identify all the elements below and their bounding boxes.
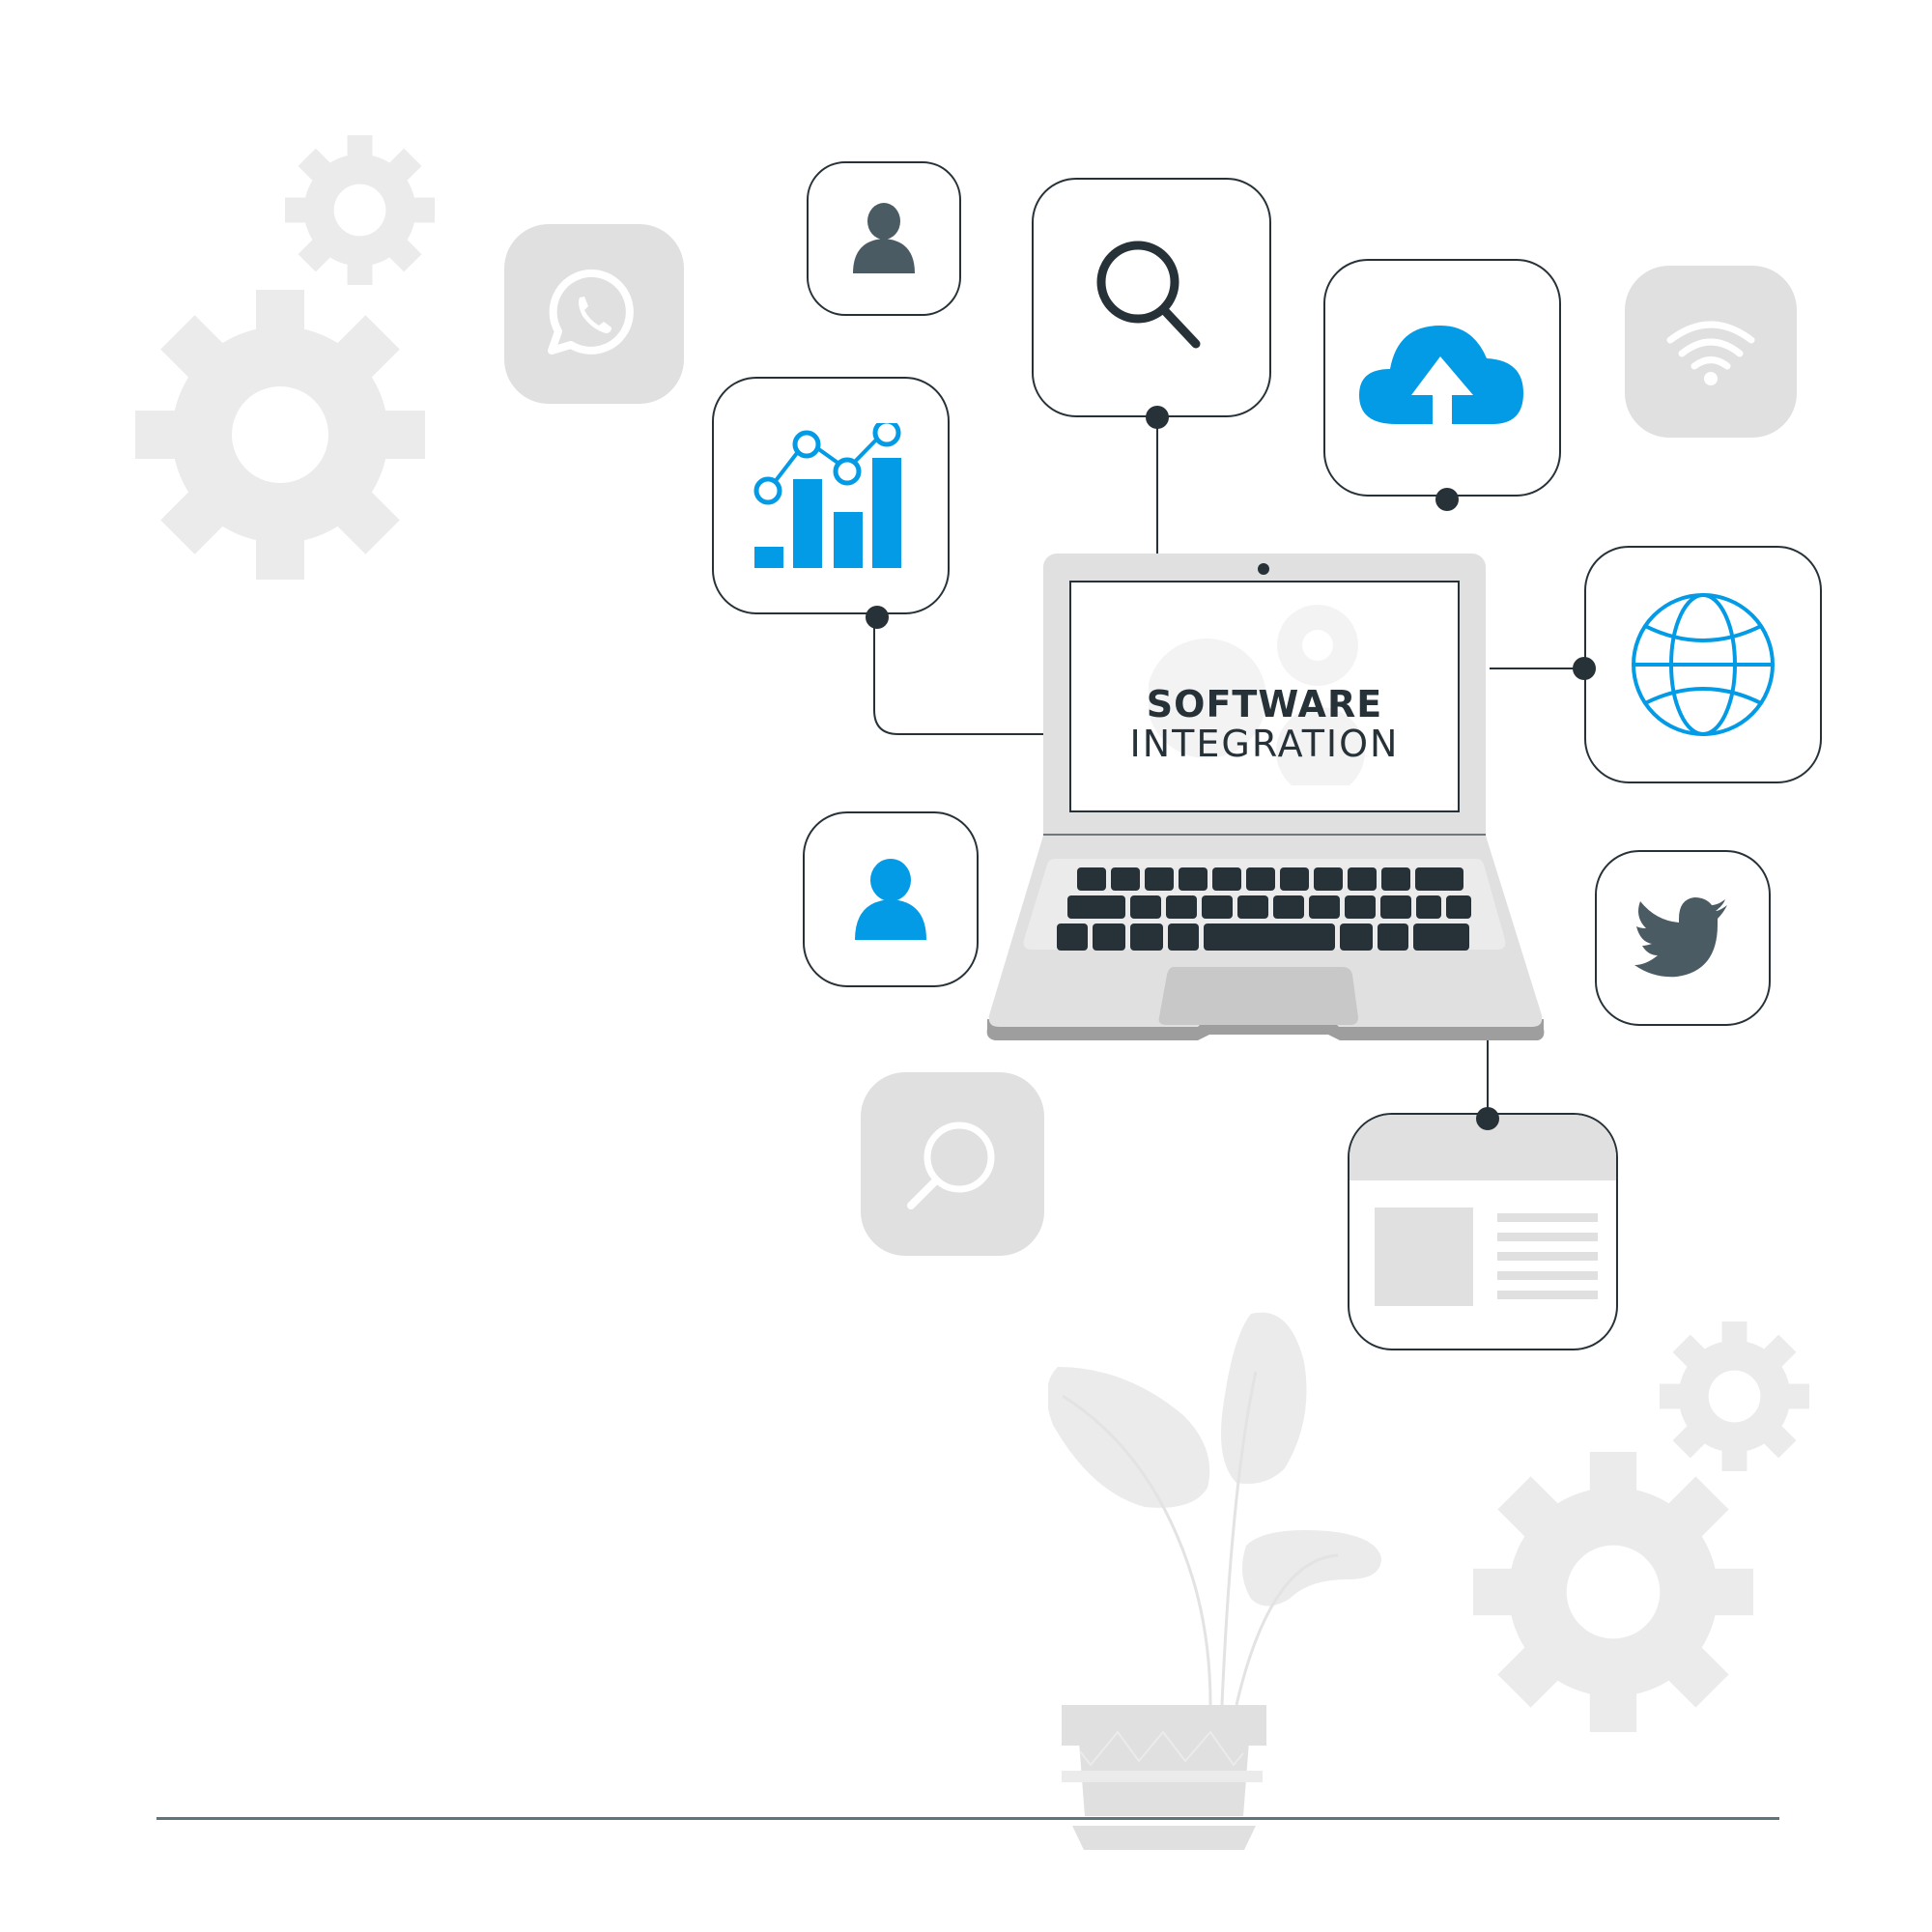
ghost-search-card (861, 1072, 1044, 1256)
search-card[interactable] (1032, 178, 1271, 417)
webpage-image-block (1375, 1208, 1473, 1306)
whatsapp-card (504, 224, 684, 404)
pot-body (1077, 1717, 1251, 1816)
cloud-upload-card[interactable] (1323, 259, 1561, 497)
webpage-text-lines (1497, 1213, 1598, 1299)
connector-dot (1435, 488, 1459, 511)
search-icon (907, 1122, 995, 1209)
connector-dot (866, 606, 889, 629)
analytics-card[interactable] (712, 377, 950, 614)
ground-line (156, 1817, 1779, 1820)
pot-saucer (1062, 1771, 1263, 1782)
screen-title-line1: SOFTWARE (1146, 683, 1383, 725)
potted-plant (1048, 1312, 1381, 1816)
whatsapp-icon (548, 269, 634, 355)
laptop: SOFTWARE INTEGRATION (985, 554, 1546, 1041)
search-icon (1096, 241, 1201, 349)
connector-dot (1146, 406, 1169, 429)
globe-card[interactable] (1584, 546, 1822, 783)
cloud-upload-icon (1359, 326, 1523, 424)
globe-icon (1632, 593, 1775, 736)
bar-line-chart-icon (753, 423, 901, 568)
leaf-center (1221, 1312, 1307, 1484)
pot-base (1072, 1826, 1256, 1850)
webcam (1258, 563, 1269, 575)
contact-card[interactable] (803, 811, 979, 987)
connector-dot (1573, 657, 1596, 680)
screen-title-line2: INTEGRATION (1129, 723, 1400, 765)
key-row-2 (1067, 895, 1471, 919)
leaf-left (1048, 1367, 1210, 1508)
laptop-screen: SOFTWARE INTEGRATION (1069, 581, 1460, 812)
user-icon (855, 859, 926, 940)
key-row-1 (1077, 867, 1463, 891)
twitter-bird-icon (1634, 897, 1727, 978)
twitter-card[interactable] (1595, 850, 1771, 1026)
user-card[interactable] (807, 161, 961, 316)
user-icon (853, 203, 915, 273)
key-row-3 (1057, 923, 1469, 951)
wifi-icon (1666, 321, 1755, 385)
keyboard (1057, 867, 1471, 951)
leaf-right (1242, 1530, 1381, 1606)
connector-dot (1476, 1107, 1499, 1130)
wifi-card (1625, 266, 1797, 438)
